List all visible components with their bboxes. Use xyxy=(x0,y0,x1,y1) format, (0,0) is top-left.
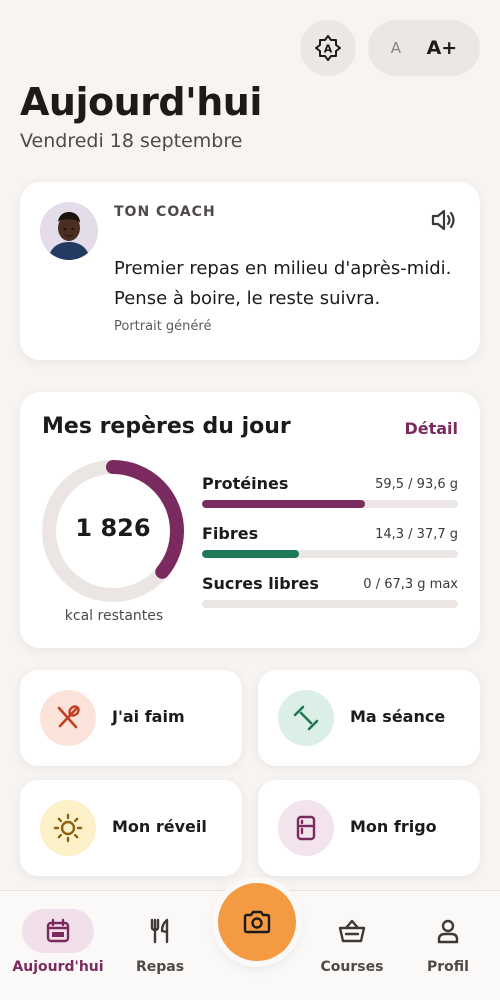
page-title: Aujourd'hui xyxy=(20,80,262,124)
speaker-icon[interactable] xyxy=(430,208,456,236)
reperes-card: Mes repères du jour Détail 1 826 kcal re… xyxy=(20,392,480,648)
top-controls: A A A+ xyxy=(300,20,480,76)
nav-profil[interactable]: Profil xyxy=(398,909,498,975)
nutrient-amount: 0 / 67,3 g max xyxy=(363,577,458,592)
nutrient-name: Fibres xyxy=(202,524,259,543)
basket-icon xyxy=(338,919,366,943)
dumbbell-icon xyxy=(293,705,319,731)
nutrient-bar xyxy=(202,500,458,508)
nav-label: Repas xyxy=(135,959,185,975)
tile-label: J'ai faim xyxy=(112,707,185,726)
nutrient-bar xyxy=(202,600,458,608)
kcal-label: kcal restantes xyxy=(64,608,164,624)
tile-label: Mon réveil xyxy=(112,817,207,836)
coach-avatar xyxy=(40,202,98,260)
tile-jai-faim[interactable]: J'ai faim xyxy=(20,670,242,766)
camera-button[interactable] xyxy=(218,883,296,961)
nutrient-amount: 14,3 / 37,7 g xyxy=(375,527,458,542)
svg-text:A: A xyxy=(324,43,333,56)
tile-label: Mon frigo xyxy=(350,817,437,836)
nav-icon-wrap xyxy=(22,909,94,953)
nutrient-bar-fill xyxy=(202,500,365,508)
tile-icon-bg xyxy=(40,690,96,746)
utensils-icon xyxy=(57,705,80,729)
tile-ma-seance[interactable]: Ma séance xyxy=(258,670,480,766)
nav-label: Profil xyxy=(427,959,469,975)
font-size-toggle: A A+ xyxy=(368,20,480,76)
tile-icon-bg xyxy=(278,800,334,856)
fridge-icon xyxy=(296,815,316,841)
page-date: Vendredi 18 septembre xyxy=(20,130,243,152)
camera-icon xyxy=(243,910,271,934)
tile-mon-frigo[interactable]: Mon frigo xyxy=(258,780,480,876)
nav-label: Aujourd'hui xyxy=(12,959,104,975)
tile-icon-bg xyxy=(40,800,96,856)
nav-label: Courses xyxy=(320,959,384,975)
nav-icon-wrap xyxy=(316,909,388,953)
detail-link[interactable]: Détail xyxy=(404,419,458,438)
font-size-large-button[interactable]: A+ xyxy=(427,37,458,59)
nutrient-name: Sucres libres xyxy=(202,574,319,593)
tile-label: Ma séance xyxy=(350,707,446,726)
fork-knife-icon xyxy=(150,918,169,944)
nav-repas[interactable]: Repas xyxy=(110,909,210,975)
coach-card: TON COACH Premier repas en milieu d'aprè… xyxy=(20,182,480,360)
nutrient-name: Protéines xyxy=(202,474,289,493)
coach-label: TON COACH xyxy=(114,204,216,220)
nutrient-bar-fill xyxy=(202,550,300,558)
font-size-small-button[interactable]: A xyxy=(391,39,401,57)
nav-icon-wrap xyxy=(124,909,196,953)
nav-aujourdhui[interactable]: Aujourd'hui xyxy=(8,909,108,975)
nav-icon-wrap xyxy=(412,909,484,953)
kcal-ring: 1 826 xyxy=(40,458,186,604)
contrast-button[interactable]: A xyxy=(300,20,356,76)
tile-icon-bg xyxy=(278,690,334,746)
user-icon xyxy=(437,919,459,944)
kcal-value: 1 826 xyxy=(75,514,151,542)
tile-mon-reveil[interactable]: Mon réveil xyxy=(20,780,242,876)
sun-icon xyxy=(53,813,83,843)
nutrient-amount: 59,5 / 93,6 g xyxy=(375,477,458,492)
nutrient-bar xyxy=(202,550,458,558)
reperes-title: Mes repères du jour xyxy=(42,414,291,439)
calendar-icon xyxy=(46,918,70,943)
coach-message: Premier repas en milieu d'après-midi. Pe… xyxy=(114,258,452,309)
nav-courses[interactable]: Courses xyxy=(302,909,402,975)
coach-note: Portrait généré xyxy=(114,319,212,334)
contrast-icon: A xyxy=(315,35,341,61)
